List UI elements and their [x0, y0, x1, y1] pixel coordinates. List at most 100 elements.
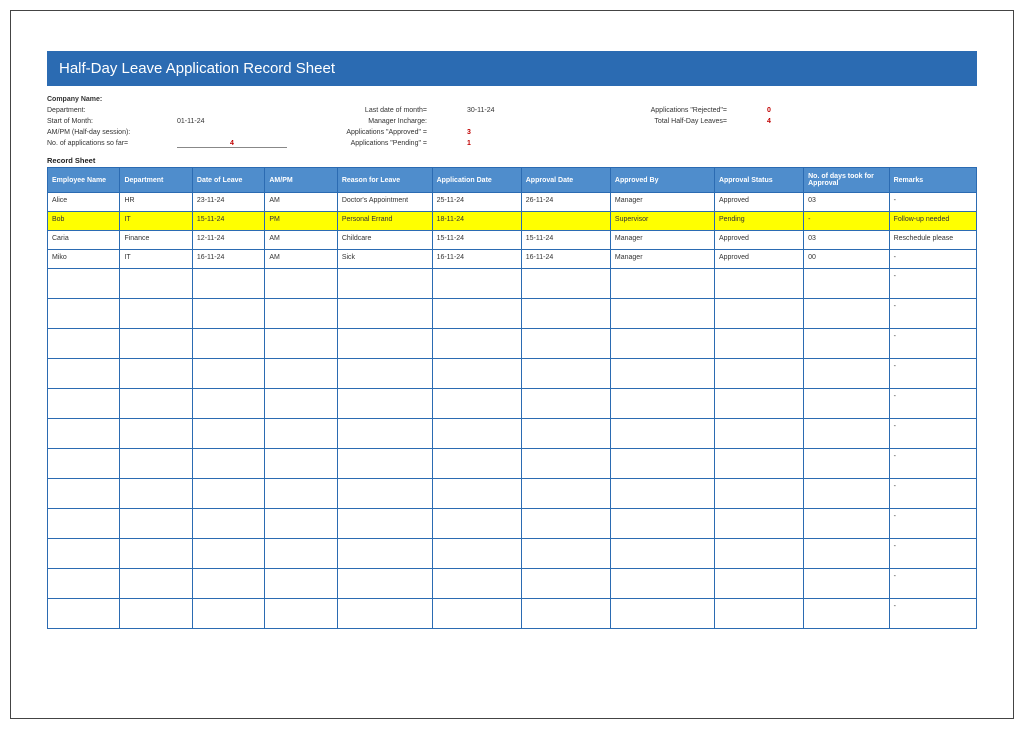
cell-status: Pending: [714, 212, 803, 231]
cell-empty: [337, 479, 432, 509]
cell-empty: -: [889, 479, 976, 509]
cell-empty: [804, 569, 889, 599]
cell-empty: [337, 359, 432, 389]
cell-empty: [714, 389, 803, 419]
department-label: Department:: [47, 107, 167, 114]
manager-label: Manager Incharge:: [317, 118, 457, 125]
cell-empty: [337, 539, 432, 569]
cell-empty: [120, 329, 192, 359]
cell-empty: [432, 299, 521, 329]
cell-empty: [120, 599, 192, 629]
cell-empty: [432, 599, 521, 629]
cell-empty: [265, 359, 337, 389]
th-employee-name: Employee Name: [48, 168, 120, 193]
cell-empty: [265, 539, 337, 569]
table-row-empty: -: [48, 449, 977, 479]
cell-empty: [48, 599, 120, 629]
cell-days: 00: [804, 250, 889, 269]
cell-empty: [521, 479, 610, 509]
cell-empty: [192, 569, 264, 599]
cell-empty: [48, 509, 120, 539]
table-row: AliceHR23-11-24AMDoctor's Appointment25-…: [48, 193, 977, 212]
cell-empty: [192, 599, 264, 629]
last-date-value: 30-11-24: [467, 107, 597, 114]
cell-empty: [120, 269, 192, 299]
no-apps-label: No. of applications so far=: [47, 140, 167, 148]
th-reason: Reason for Leave: [337, 168, 432, 193]
rejected-label: Applications "Rejected"=: [607, 107, 757, 114]
th-application-date: Application Date: [432, 168, 521, 193]
table-row-empty: -: [48, 419, 977, 449]
cell-app_date: 18-11-24: [432, 212, 521, 231]
th-remarks: Remarks: [889, 168, 976, 193]
cell-appr_date: [521, 212, 610, 231]
cell-empty: [120, 359, 192, 389]
table-row-empty: -: [48, 599, 977, 629]
company-name-label: Company Name:: [47, 96, 167, 103]
cell-dept: HR: [120, 193, 192, 212]
cell-reason: Personal Errand: [337, 212, 432, 231]
cell-empty: [714, 299, 803, 329]
cell-dol: 16-11-24: [192, 250, 264, 269]
cell-ampm: AM: [265, 250, 337, 269]
total-half-label: Total Half-Day Leaves=: [607, 118, 757, 125]
cell-app_date: 25-11-24: [432, 193, 521, 212]
cell-empty: [610, 359, 714, 389]
cell-empty: [265, 389, 337, 419]
table-row-empty: -: [48, 359, 977, 389]
cell-dol: 15-11-24: [192, 212, 264, 231]
cell-days: -: [804, 212, 889, 231]
cell-empty: [804, 509, 889, 539]
cell-empty: [337, 509, 432, 539]
cell-empty: [337, 569, 432, 599]
ampm-label: AM/PM (Half-day session):: [47, 129, 167, 136]
cell-empty: [521, 389, 610, 419]
cell-empty: -: [889, 539, 976, 569]
cell-empty: -: [889, 509, 976, 539]
table-row-empty: -: [48, 269, 977, 299]
cell-empty: [714, 539, 803, 569]
cell-empty: [610, 539, 714, 569]
cell-empty: [265, 269, 337, 299]
cell-empty: -: [889, 359, 976, 389]
cell-empty: [432, 389, 521, 419]
cell-empty: [192, 509, 264, 539]
pending-value: 1: [467, 140, 597, 148]
cell-ampm: AM: [265, 231, 337, 250]
cell-empty: [337, 299, 432, 329]
cell-empty: [48, 299, 120, 329]
cell-empty: [192, 299, 264, 329]
cell-dept: IT: [120, 212, 192, 231]
cell-empty: [337, 419, 432, 449]
cell-empty: [48, 389, 120, 419]
cell-reason: Sick: [337, 250, 432, 269]
cell-empty: [804, 419, 889, 449]
document-page: Half-Day Leave Application Record Sheet …: [10, 10, 1014, 719]
cell-empty: [120, 539, 192, 569]
cell-empty: [610, 509, 714, 539]
cell-empty: [432, 329, 521, 359]
cell-empty: [120, 449, 192, 479]
cell-empty: [804, 539, 889, 569]
cell-empty: [48, 269, 120, 299]
cell-empty: [610, 329, 714, 359]
cell-empty: [337, 449, 432, 479]
cell-empty: [48, 359, 120, 389]
cell-empty: [610, 389, 714, 419]
cell-empty: [48, 329, 120, 359]
cell-empty: -: [889, 569, 976, 599]
last-date-label: Last date of month=: [317, 107, 457, 114]
cell-empty: -: [889, 389, 976, 419]
cell-empty: [804, 269, 889, 299]
cell-remarks: -: [889, 250, 976, 269]
cell-empty: [521, 539, 610, 569]
cell-status: Approved: [714, 250, 803, 269]
cell-empty: [804, 359, 889, 389]
cell-empty: [192, 539, 264, 569]
cell-empty: [265, 479, 337, 509]
cell-empty: [521, 359, 610, 389]
cell-empty: [610, 419, 714, 449]
table-row-empty: -: [48, 569, 977, 599]
cell-empty: [521, 599, 610, 629]
cell-empty: [48, 449, 120, 479]
